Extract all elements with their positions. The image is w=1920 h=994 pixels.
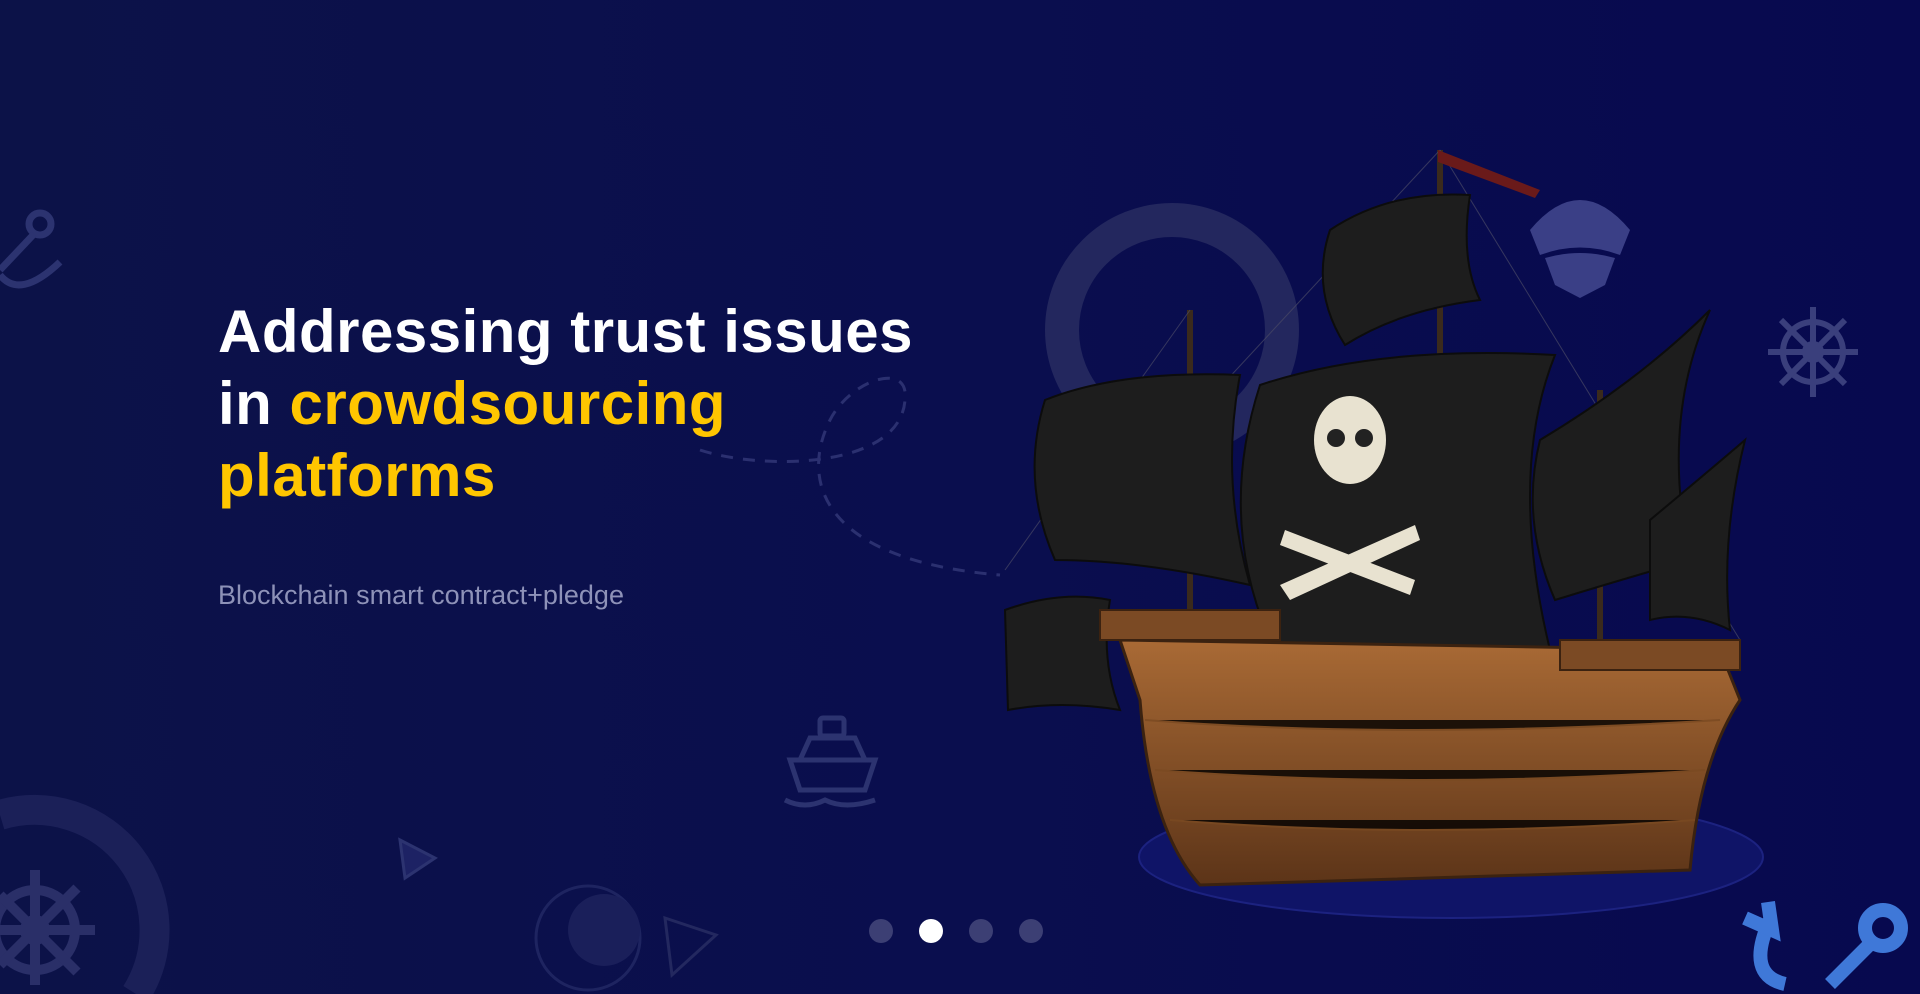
title-line-1: Addressing trust issues xyxy=(218,298,914,365)
carousel-dot-2-active[interactable] xyxy=(919,919,943,943)
title-highlight-2: platforms xyxy=(218,442,496,509)
carousel-dot-4[interactable] xyxy=(1019,919,1043,943)
carousel-dot-1[interactable] xyxy=(869,919,893,943)
title-line-2-prefix: in xyxy=(218,370,290,437)
carousel-pagination xyxy=(869,919,1043,943)
hero-section: Addressing trust issues in crowdsourcing… xyxy=(218,296,913,611)
hero-subtitle: Blockchain smart contract+pledge xyxy=(218,580,624,610)
hero-title: Addressing trust issues in crowdsourcing… xyxy=(218,296,913,512)
carousel-dot-3[interactable] xyxy=(969,919,993,943)
title-highlight: crowdsourcing xyxy=(289,370,727,437)
